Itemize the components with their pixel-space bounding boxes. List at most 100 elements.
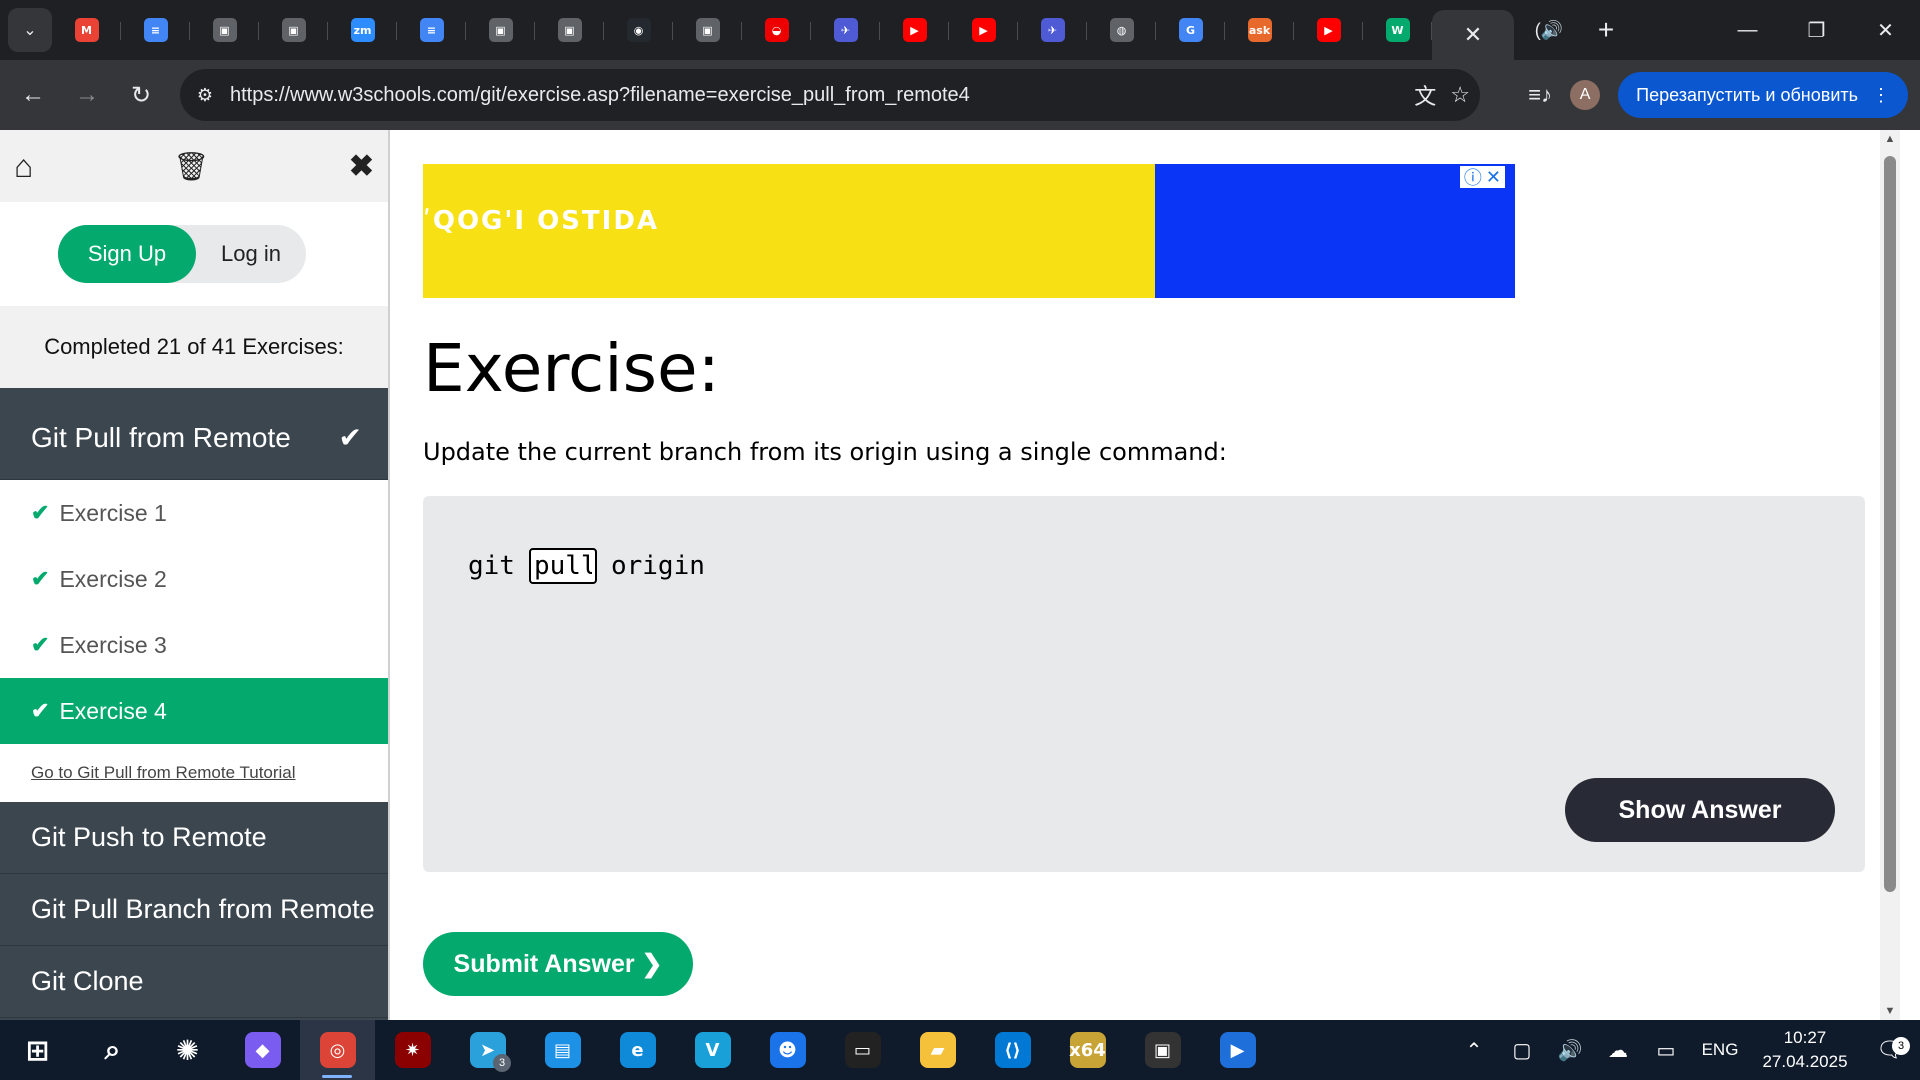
tab-separator bbox=[1431, 22, 1432, 40]
restore-button[interactable]: ❐ bbox=[1782, 0, 1851, 60]
browser-tab[interactable]: ≡ bbox=[121, 8, 190, 52]
telegram-badge: 3 bbox=[493, 1054, 511, 1072]
bookmark-star-icon[interactable]: ☆ bbox=[1450, 82, 1470, 108]
browser-tab[interactable]: W bbox=[1363, 8, 1432, 52]
taskbar-app[interactable]: ✺ bbox=[150, 1020, 225, 1080]
browser-tab[interactable]: ◒ bbox=[742, 8, 811, 52]
forward-button[interactable]: → bbox=[60, 68, 114, 122]
taskbar-app[interactable]: ▶ bbox=[1200, 1020, 1275, 1080]
minimize-button[interactable]: — bbox=[1713, 0, 1782, 60]
close-icon[interactable]: ✖ bbox=[349, 149, 374, 184]
log-in-button[interactable]: Log in bbox=[196, 241, 306, 267]
taskbar-app[interactable]: ⊞ bbox=[0, 1020, 75, 1080]
clock[interactable]: 10:27 27.04.2025 bbox=[1750, 1026, 1860, 1074]
taskbar-app[interactable]: ☻ bbox=[750, 1020, 825, 1080]
back-button[interactable]: ← bbox=[6, 68, 60, 122]
bird-icon: ✈ bbox=[833, 18, 858, 42]
exercise-item-1[interactable]: ✔ Exercise 1 bbox=[0, 480, 388, 546]
media-controls-icon[interactable]: ≡♪ bbox=[1528, 82, 1552, 108]
onedrive-icon[interactable]: ☁ bbox=[1594, 1038, 1642, 1063]
exercise-item-4[interactable]: ✔ Exercise 4 bbox=[0, 678, 388, 744]
taskbar-app[interactable]: ▣ bbox=[1125, 1020, 1200, 1080]
taskbar-app[interactable]: x64 bbox=[1050, 1020, 1125, 1080]
taskbar-app[interactable]: ◆ bbox=[225, 1020, 300, 1080]
browser-tab[interactable]: ◍ bbox=[1087, 8, 1156, 52]
taskbar-app[interactable]: ✷ bbox=[375, 1020, 450, 1080]
menu-dots-icon[interactable]: ⋮ bbox=[1872, 85, 1890, 106]
advertisement-banner[interactable]: ʹQOG'I OSTIDA ⓘ ✕ bbox=[423, 164, 1515, 298]
ad-text: ʹQOG'I OSTIDA bbox=[423, 206, 660, 236]
bird-icon: ✈ bbox=[1040, 18, 1065, 42]
chrome-icon: ◎ bbox=[319, 1032, 356, 1068]
site-info-icon[interactable]: ⚙ bbox=[180, 69, 230, 121]
taskbar-app[interactable]: e bbox=[600, 1020, 675, 1080]
exercise-title: Exercise: bbox=[423, 330, 720, 407]
address-bar[interactable]: ⚙ https://www.w3schools.com/git/exercise… bbox=[180, 69, 1480, 121]
browser-tab[interactable]: ▣ bbox=[466, 8, 535, 52]
sign-up-button[interactable]: Sign Up bbox=[58, 225, 196, 283]
browser-tab[interactable]: ✈ bbox=[811, 8, 880, 52]
close-window-button[interactable]: ✕ bbox=[1851, 0, 1920, 60]
tutorial-link[interactable]: Go to Git Pull from Remote Tutorial bbox=[0, 744, 388, 802]
browser-tab[interactable]: zm bbox=[328, 8, 397, 52]
section-git-push-to-remote[interactable]: Git Push to Remote bbox=[0, 802, 388, 874]
ad-close-icon[interactable]: ✕ bbox=[1486, 167, 1501, 188]
browser-tab[interactable]: M bbox=[52, 8, 121, 52]
screen-record-icon[interactable]: ▢ bbox=[1498, 1038, 1546, 1063]
ad-info-icon[interactable]: ⓘ bbox=[1464, 164, 1482, 190]
section-git-pull-branch-from-remote[interactable]: Git Pull Branch from Remote bbox=[0, 874, 388, 946]
relaunch-update-button[interactable]: Перезапустить и обновить ⋮ bbox=[1618, 72, 1908, 118]
taskbar-app[interactable]: ⌕ bbox=[75, 1020, 150, 1080]
browser-tab[interactable]: ✈ bbox=[1018, 8, 1087, 52]
scroll-thumb[interactable] bbox=[1884, 156, 1896, 892]
scroll-up-icon[interactable]: ▲ bbox=[1880, 130, 1900, 148]
profile-avatar[interactable]: A bbox=[1570, 80, 1601, 110]
section-git-clone[interactable]: Git Clone bbox=[0, 946, 388, 1018]
browser-tab[interactable]: ask bbox=[1225, 8, 1294, 52]
input-language[interactable]: ENG bbox=[1690, 1040, 1750, 1060]
url-text[interactable]: https://www.w3schools.com/git/exercise.a… bbox=[230, 84, 970, 107]
browser-tab[interactable]: ▶ bbox=[880, 8, 949, 52]
home-icon[interactable]: ⌂ bbox=[14, 148, 33, 185]
exercise-item-2[interactable]: ✔ Exercise 2 bbox=[0, 546, 388, 612]
taskbar-app[interactable]: V bbox=[675, 1020, 750, 1080]
notification-center-icon[interactable]: 🗨 3 bbox=[1860, 1037, 1920, 1063]
scroll-down-icon[interactable]: ▼ bbox=[1880, 1002, 1900, 1020]
submit-answer-button[interactable]: Submit Answer ❯ bbox=[423, 932, 693, 996]
browser-tab[interactable]: ≡ bbox=[397, 8, 466, 52]
browser-tab[interactable]: ▶ bbox=[1294, 8, 1363, 52]
browser-tab[interactable]: G bbox=[1156, 8, 1225, 52]
chatgpt-icon: ✺ bbox=[175, 1033, 200, 1067]
clock-date: 27.04.2025 bbox=[1762, 1052, 1848, 1071]
muted-tab[interactable]: (🔊 bbox=[1514, 20, 1584, 41]
taskbar-app[interactable]: ▭ bbox=[825, 1020, 900, 1080]
section-git-pull-from-remote[interactable]: Git Pull from Remote ✔ bbox=[0, 396, 388, 480]
search-icon: ⌕ bbox=[104, 1033, 121, 1066]
taskbar-app[interactable]: ◎ bbox=[300, 1020, 375, 1080]
volume-icon[interactable]: 🔊 bbox=[1546, 1038, 1594, 1063]
taskbar-app[interactable]: ➤ 3 bbox=[450, 1020, 525, 1080]
trash-icon[interactable]: 🗑 bbox=[173, 150, 209, 183]
taskbar-app[interactable]: ▤ bbox=[525, 1020, 600, 1080]
browser-tab[interactable]: ▣ bbox=[259, 8, 328, 52]
browser-tab[interactable]: ▣ bbox=[673, 8, 742, 52]
browser-tab[interactable]: ▣ bbox=[190, 8, 259, 52]
browser-tab[interactable]: ◉ bbox=[604, 8, 673, 52]
taskbar-app[interactable]: ▰ bbox=[900, 1020, 975, 1080]
tab-search-button[interactable]: ⌄ bbox=[8, 8, 52, 52]
exercise-item-3[interactable]: ✔ Exercise 3 bbox=[0, 612, 388, 678]
page-scrollbar[interactable]: ▲ ▼ bbox=[1880, 130, 1900, 1020]
reload-button[interactable]: ↻ bbox=[114, 68, 168, 122]
youtube-icon: ▶ bbox=[902, 18, 927, 42]
show-hidden-icons-icon[interactable]: ⌃ bbox=[1450, 1038, 1498, 1063]
show-answer-button[interactable]: Show Answer bbox=[1565, 778, 1835, 842]
new-tab-button[interactable]: + bbox=[1584, 14, 1628, 46]
exercise-label: Exercise 4 bbox=[59, 697, 167, 724]
battery-icon[interactable]: ▭ bbox=[1642, 1038, 1690, 1063]
taskbar-app[interactable]: ⟨⟩ bbox=[975, 1020, 1050, 1080]
translate-icon[interactable]: 文 bbox=[1414, 79, 1436, 111]
browser-tab[interactable]: ▶ bbox=[949, 8, 1018, 52]
browser-tab[interactable]: ▣ bbox=[535, 8, 604, 52]
answer-input[interactable] bbox=[528, 548, 597, 584]
active-tab-close-icon[interactable]: ✕ bbox=[1432, 10, 1514, 60]
